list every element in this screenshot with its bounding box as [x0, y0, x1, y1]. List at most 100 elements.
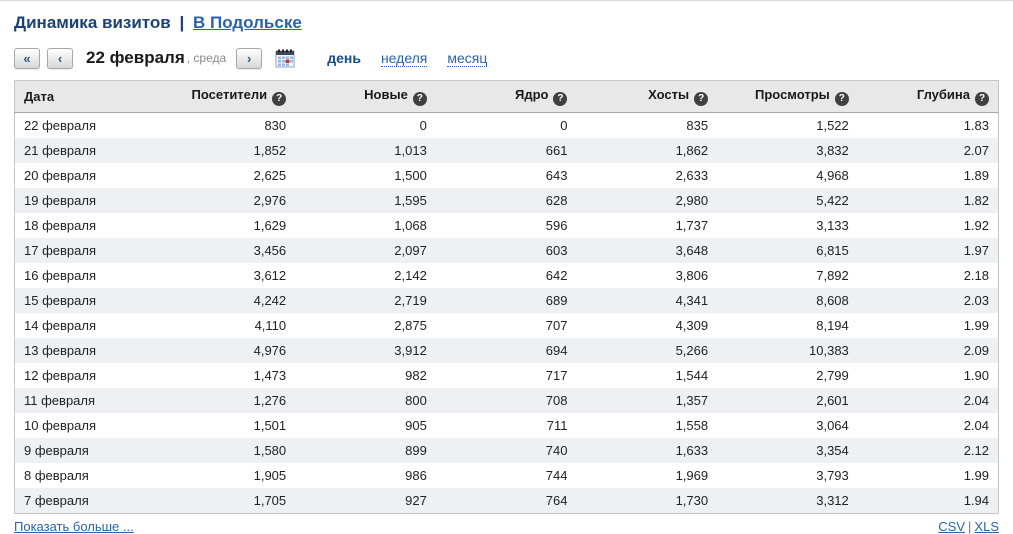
date-cell: 11 февраля	[15, 388, 155, 413]
column-label: Хосты	[648, 87, 689, 102]
value-cell-hosts: 2,980	[576, 188, 717, 213]
value-cell-visitors: 3,456	[155, 238, 296, 263]
help-icon[interactable]: ?	[835, 92, 849, 106]
calendar-icon-svg	[275, 49, 295, 68]
prev-button[interactable]: ‹	[47, 48, 73, 69]
export-separator: |	[965, 519, 974, 534]
value-cell-hosts: 4,309	[576, 313, 717, 338]
tab-week[interactable]: неделя	[381, 50, 427, 67]
value-cell-hosts: 1,969	[576, 463, 717, 488]
date-cell: 10 февраля	[15, 413, 155, 438]
calendar-icon[interactable]	[275, 48, 297, 68]
value-cell-hosts: 3,806	[576, 263, 717, 288]
value-cell-new: 982	[295, 363, 436, 388]
value-cell-views: 1,522	[717, 113, 858, 139]
table-row: 8 февраля1,9059867441,9693,7931.99	[15, 463, 999, 488]
value-cell-depth: 1.92	[858, 213, 999, 238]
table-footer: Показать больше ... CSV|XLS	[14, 519, 999, 534]
value-cell-visitors: 4,242	[155, 288, 296, 313]
value-cell-hosts: 1,633	[576, 438, 717, 463]
location-link[interactable]: В Подольске	[193, 13, 302, 32]
column-header-views: Просмотры?	[717, 81, 858, 113]
export-csv-link[interactable]: CSV	[938, 519, 965, 534]
date-cell: 19 февраля	[15, 188, 155, 213]
value-cell-hosts: 5,266	[576, 338, 717, 363]
value-cell-visitors: 4,110	[155, 313, 296, 338]
value-cell-depth: 1.89	[858, 163, 999, 188]
value-cell-depth: 2.12	[858, 438, 999, 463]
value-cell-depth: 2.18	[858, 263, 999, 288]
column-label: Новые	[364, 87, 408, 102]
value-cell-views: 6,815	[717, 238, 858, 263]
value-cell-new: 905	[295, 413, 436, 438]
value-cell-views: 4,968	[717, 163, 858, 188]
prev-fast-button[interactable]: «	[14, 48, 40, 69]
value-cell-core: 661	[436, 138, 577, 163]
column-header-visitors: Посетители?	[155, 81, 296, 113]
next-button[interactable]: ›	[236, 48, 262, 69]
help-icon[interactable]: ?	[694, 92, 708, 106]
table-row: 9 февраля1,5808997401,6333,3542.12	[15, 438, 999, 463]
value-cell-views: 3,133	[717, 213, 858, 238]
value-cell-core: 764	[436, 488, 577, 514]
value-cell-views: 10,383	[717, 338, 858, 363]
value-cell-core: 596	[436, 213, 577, 238]
title-separator: |	[175, 13, 188, 32]
value-cell-hosts: 1,862	[576, 138, 717, 163]
value-cell-visitors: 4,976	[155, 338, 296, 363]
value-cell-new: 899	[295, 438, 436, 463]
value-cell-new: 3,912	[295, 338, 436, 363]
help-icon[interactable]: ?	[413, 92, 427, 106]
value-cell-visitors: 830	[155, 113, 296, 139]
value-cell-visitors: 1,276	[155, 388, 296, 413]
date-cell: 8 февраля	[15, 463, 155, 488]
help-icon[interactable]: ?	[553, 92, 567, 106]
value-cell-new: 2,875	[295, 313, 436, 338]
value-cell-core: 643	[436, 163, 577, 188]
help-icon[interactable]: ?	[272, 92, 286, 106]
date-cell: 16 февраля	[15, 263, 155, 288]
value-cell-depth: 1.97	[858, 238, 999, 263]
value-cell-depth: 1.99	[858, 463, 999, 488]
column-label: Просмотры	[755, 87, 830, 102]
value-cell-core: 708	[436, 388, 577, 413]
value-cell-hosts: 1,730	[576, 488, 717, 514]
show-more-link[interactable]: Показать больше ...	[14, 519, 134, 534]
page: Динамика визитов | В Подольске « ‹ 22 фе…	[0, 1, 1013, 534]
table-row: 12 февраля1,4739827171,5442,7991.90	[15, 363, 999, 388]
value-cell-hosts: 1,357	[576, 388, 717, 413]
value-cell-hosts: 1,544	[576, 363, 717, 388]
export-xls-link[interactable]: XLS	[974, 519, 999, 534]
value-cell-depth: 1.83	[858, 113, 999, 139]
value-cell-core: 717	[436, 363, 577, 388]
date-cell: 9 февраля	[15, 438, 155, 463]
current-date-label: 22 февраля	[86, 48, 185, 68]
table-row: 21 февраля1,8521,0136611,8623,8322.07	[15, 138, 999, 163]
value-cell-views: 7,892	[717, 263, 858, 288]
value-cell-hosts: 4,341	[576, 288, 717, 313]
date-cell: 21 февраля	[15, 138, 155, 163]
value-cell-views: 3,354	[717, 438, 858, 463]
value-cell-views: 3,312	[717, 488, 858, 514]
table-row: 15 февраля4,2422,7196894,3418,6082.03	[15, 288, 999, 313]
date-cell: 15 февраля	[15, 288, 155, 313]
value-cell-visitors: 1,705	[155, 488, 296, 514]
value-cell-views: 8,194	[717, 313, 858, 338]
table-row: 13 февраля4,9763,9126945,26610,3832.09	[15, 338, 999, 363]
value-cell-hosts: 3,648	[576, 238, 717, 263]
value-cell-hosts: 835	[576, 113, 717, 139]
value-cell-views: 3,064	[717, 413, 858, 438]
column-header-hosts: Хосты?	[576, 81, 717, 113]
tab-month[interactable]: месяц	[447, 50, 487, 67]
value-cell-visitors: 2,976	[155, 188, 296, 213]
tab-day[interactable]: день	[327, 50, 361, 66]
value-cell-visitors: 1,501	[155, 413, 296, 438]
help-icon[interactable]: ?	[975, 92, 989, 106]
value-cell-new: 2,719	[295, 288, 436, 313]
page-title-row: Динамика визитов | В Подольске	[14, 11, 999, 33]
value-cell-core: 689	[436, 288, 577, 313]
value-cell-new: 927	[295, 488, 436, 514]
value-cell-visitors: 2,625	[155, 163, 296, 188]
value-cell-core: 744	[436, 463, 577, 488]
value-cell-visitors: 1,905	[155, 463, 296, 488]
